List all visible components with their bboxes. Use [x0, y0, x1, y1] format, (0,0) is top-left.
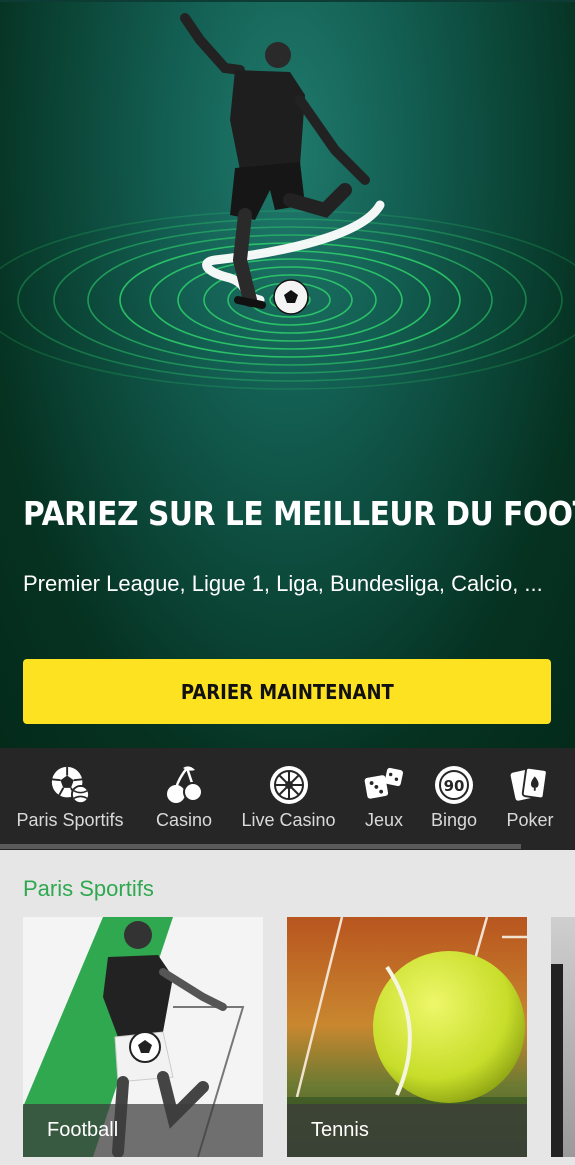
sport-card-label: Football: [23, 1104, 263, 1157]
nav-item-casino[interactable]: Casino: [150, 748, 218, 850]
sport-card-tennis[interactable]: Tennis: [287, 917, 527, 1157]
bet-now-label: PARIER MAINTENANT: [180, 679, 394, 704]
nav-item-live-casino[interactable]: Live Casino: [238, 748, 339, 850]
hero-subtitle: Premier League, Ligue 1, Liga, Bundeslig…: [23, 571, 543, 596]
sport-card-next-peek[interactable]: [551, 917, 575, 1157]
nav-item-label: Live Casino: [241, 810, 336, 830]
top-divider: [0, 0, 575, 2]
nav-item-poker[interactable]: Poker: [503, 748, 557, 850]
soccer-ball-icon: [49, 764, 91, 806]
sport-card-football[interactable]: Football: [23, 917, 263, 1157]
nav-item-label: Bingo: [430, 810, 478, 830]
nav-item-bingo[interactable]: 90 Bingo: [428, 748, 480, 850]
footballer-illustration: [180, 13, 385, 315]
nav-item-jeux[interactable]: Jeux: [361, 748, 407, 850]
dice-icon: [363, 764, 405, 806]
roulette-icon: [268, 764, 310, 806]
sport-card-label: Tennis: [287, 1104, 527, 1157]
nav-item-paris-sportifs[interactable]: Paris Sportifs: [11, 748, 129, 850]
nav-item-label: Casino: [155, 810, 213, 830]
hero-banner[interactable]: PARIEZ SUR LE MEILLEUR DU FOOT Premier L…: [0, 0, 575, 748]
bingo-number: 90: [444, 777, 465, 795]
nav-scroll-indicator: [0, 844, 521, 849]
cards-icon: [509, 764, 551, 806]
section-title: Paris Sportifs: [23, 876, 154, 901]
product-nav-bar[interactable]: Paris Sportifs Casino Live Casino Jeux 9…: [0, 748, 575, 850]
nav-item-label: Poker: [506, 810, 554, 830]
cherries-icon: [163, 764, 205, 806]
bingo-ball-icon: 90: [433, 764, 475, 806]
nav-item-label: Paris Sportifs: [16, 810, 124, 830]
nav-item-label: Jeux: [364, 810, 404, 830]
bet-now-button[interactable]: PARIER MAINTENANT: [23, 659, 551, 724]
hero-title: PARIEZ SUR LE MEILLEUR DU FOOT: [23, 494, 575, 533]
